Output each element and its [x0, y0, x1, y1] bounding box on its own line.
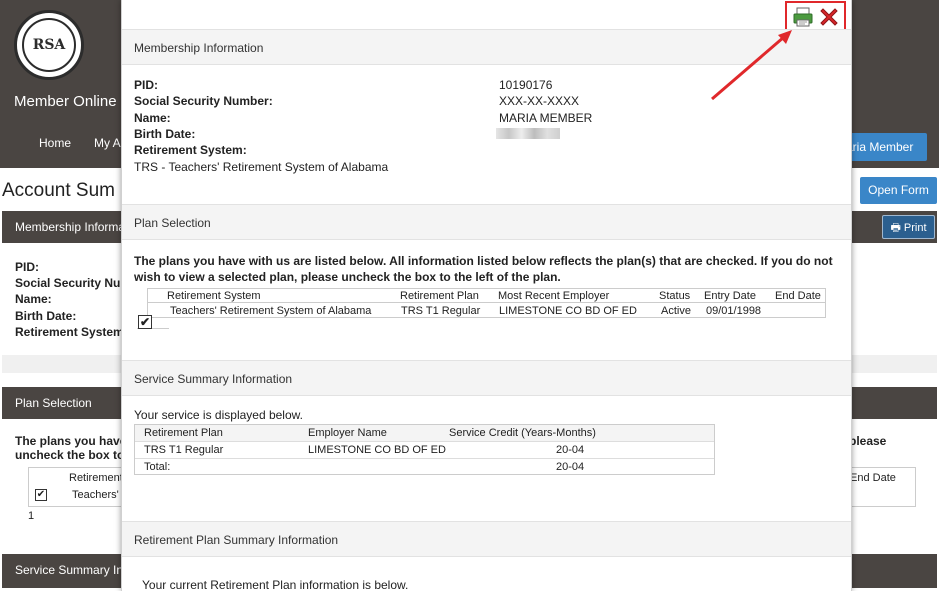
retirement-system-value: TRS - Teachers' Retirement System of Ala… — [134, 160, 389, 174]
plans-paragraph: The plans you have with us are listed be… — [134, 254, 833, 284]
bg-name-label: Name: — [15, 292, 52, 306]
table-cell: Teachers' Retirement System of Alabama — [170, 305, 372, 317]
retirement-system-label: Retirement System: — [134, 143, 247, 157]
open-form-button[interactable]: Open Form — [860, 177, 937, 204]
nav-my-account[interactable]: My A — [94, 136, 121, 150]
bg-ssn-label: Social Security Num — [15, 276, 132, 290]
table-row: TRS T1 Regular LIMESTONE CO BD OF ED 20-… — [135, 442, 714, 459]
name-label: Name: — [134, 111, 171, 125]
col-entry-date: Entry Date — [704, 290, 756, 302]
table-cell: LIMESTONE CO BD OF ED — [499, 305, 637, 317]
table-header-row: Retirement Plan Employer Name Service Cr… — [135, 425, 714, 442]
col-retirement-system: Retirement System — [167, 290, 261, 302]
bg-system-label: Retirement System — [15, 325, 124, 339]
close-icon[interactable] — [817, 5, 841, 29]
retirement-plan-note: Your current Retirement Plan information… — [142, 578, 409, 591]
birth-date-redacted — [496, 128, 560, 139]
nav-home[interactable]: Home — [39, 136, 71, 150]
ssn-label: Social Security Number: — [134, 94, 273, 108]
table-cell: 09/01/1998 — [706, 305, 762, 317]
row-count: 1 — [28, 510, 35, 522]
col-status: Status — [659, 290, 691, 302]
table-total-row: Total: 20-04 — [144, 461, 585, 473]
user-menu-button[interactable]: aria Member — [840, 133, 927, 161]
bg-plan-checkbox[interactable]: ✔ — [35, 489, 47, 501]
page-title: Account Sum — [2, 180, 115, 201]
table-cell: Active — [661, 305, 691, 317]
bg-birth-label: Birth Date: — [15, 309, 77, 323]
service-summary-heading: Service Summary Information — [122, 360, 851, 396]
pid-value: 10190176 — [499, 78, 553, 92]
service-table: Retirement Plan Employer Name Service Cr… — [134, 424, 715, 475]
retirement-plan-summary-heading: Retirement Plan Summary Information — [122, 521, 851, 557]
col-employer: Most Recent Employer — [498, 290, 610, 302]
col-retirement-plan: Retirement Plan — [400, 290, 479, 302]
table-cell: TRS T1 Regular — [401, 305, 481, 317]
name-value: MARIA MEMBER — [499, 111, 593, 125]
service-note: Your service is displayed below. — [134, 408, 303, 422]
annotation-arrow — [711, 30, 792, 101]
print-button[interactable]: 🖶 Print — [882, 215, 935, 239]
rsa-logo[interactable]: RSA — [14, 10, 84, 80]
plan-table: Retirement System Retirement Plan Most R… — [147, 288, 826, 318]
col-end-date: End Date — [775, 290, 821, 302]
plan-checkbox[interactable]: ✔ — [138, 315, 152, 329]
ssn-value: XXX-XX-XXXX — [499, 94, 580, 108]
birth-date-label: Birth Date: — [134, 127, 196, 141]
plan-selection-heading: Plan Selection — [122, 204, 851, 240]
site-title: Member Online — [14, 93, 117, 110]
pid-label: PID: — [134, 78, 158, 92]
bg-pid-label: PID: — [15, 260, 39, 274]
